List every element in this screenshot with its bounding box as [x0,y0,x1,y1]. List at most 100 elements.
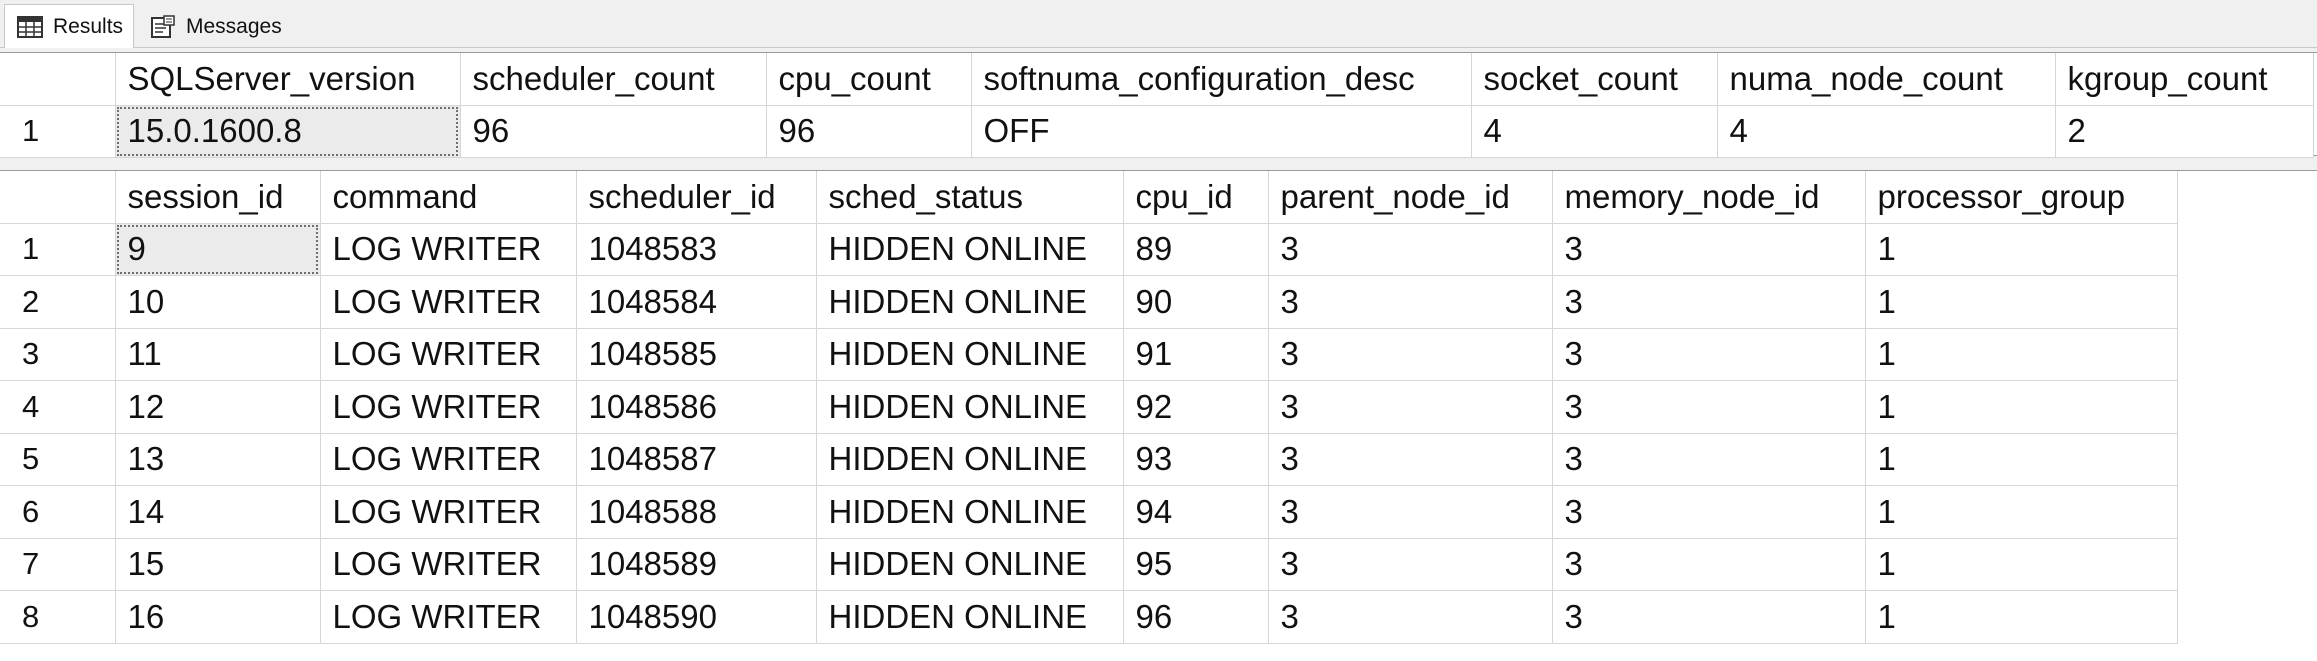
table-cell[interactable]: 4 [1471,105,1718,158]
column-header[interactable]: SQLServer_version [115,53,461,106]
table-cell[interactable]: 1 [1865,590,2178,644]
table-cell[interactable]: 3 [1552,328,1866,381]
table-cell[interactable]: 3 [1268,433,1553,486]
row-number[interactable]: 8 [0,590,116,644]
table-cell[interactable]: LOG WRITER [320,380,577,434]
column-header[interactable]: scheduler_id [576,171,817,224]
column-header[interactable]: scheduler_count [460,53,767,106]
table-cell[interactable]: 91 [1123,328,1269,381]
table-cell[interactable]: 96 [460,105,767,158]
table-cell[interactable]: 1 [1865,328,2178,381]
row-number[interactable]: 3 [0,328,116,381]
table-cell[interactable]: 1048584 [576,275,817,329]
table-cell[interactable]: 12 [115,380,321,434]
table-cell[interactable]: 3 [1268,328,1553,381]
table-cell[interactable]: 1048589 [576,538,817,591]
column-header[interactable]: socket_count [1471,53,1718,106]
table-cell[interactable]: LOG WRITER [320,223,577,276]
table-cell[interactable]: LOG WRITER [320,328,577,381]
column-header[interactable]: session_id [115,171,321,224]
column-header[interactable]: parent_node_id [1268,171,1553,224]
column-header[interactable]: cpu_id [1123,171,1269,224]
table-cell[interactable]: LOG WRITER [320,433,577,486]
table-cell[interactable]: 2 [2055,105,2314,158]
result-grid-log-writers[interactable]: session_id command scheduler_id sched_st… [0,170,2317,661]
table-cell[interactable]: 89 [1123,223,1269,276]
table-cell[interactable]: 94 [1123,485,1269,539]
table-cell[interactable]: 1 [1865,485,2178,539]
row-number[interactable]: 6 [0,485,116,539]
tab-messages[interactable]: Messages [138,6,288,48]
column-header[interactable]: memory_node_id [1552,171,1866,224]
table-cell[interactable]: 1 [1865,380,2178,434]
table-cell[interactable]: 96 [766,105,972,158]
result-grid-server-info[interactable]: SQLServer_version scheduler_count cpu_co… [0,52,2317,158]
table-cell[interactable]: 3 [1552,275,1866,329]
table-cell[interactable]: 93 [1123,433,1269,486]
table-cell[interactable]: 3 [1552,485,1866,539]
table-cell[interactable]: 1 [1865,275,2178,329]
row-number-header[interactable] [0,171,116,224]
tab-results[interactable]: Results [4,4,134,48]
table-cell[interactable]: 3 [1268,590,1553,644]
table-cell[interactable]: 92 [1123,380,1269,434]
table-cell[interactable]: 15 [115,538,321,591]
table-cell[interactable]: 1048583 [576,223,817,276]
table-cell[interactable]: 14 [115,485,321,539]
table-cell[interactable]: 3 [1552,590,1866,644]
table-cell[interactable]: 9 [115,223,321,276]
table-cell[interactable]: HIDDEN ONLINE [816,538,1124,591]
column-header[interactable]: processor_group [1865,171,2178,224]
table-cell[interactable]: LOG WRITER [320,485,577,539]
table-cell[interactable]: 96 [1123,590,1269,644]
table-cell[interactable]: 4 [1717,105,2056,158]
row-number[interactable]: 2 [0,275,116,329]
table-cell[interactable]: 1048587 [576,433,817,486]
table-cell[interactable]: 3 [1268,380,1553,434]
table-cell[interactable]: OFF [971,105,1472,158]
table-cell[interactable]: 3 [1552,223,1866,276]
column-header[interactable]: numa_node_count [1717,53,2056,106]
table-cell[interactable]: LOG WRITER [320,590,577,644]
table-cell[interactable]: LOG WRITER [320,538,577,591]
table-cell[interactable]: 15.0.1600.8 [115,105,461,158]
row-number[interactable]: 7 [0,538,116,591]
table-cell[interactable]: 1 [1865,223,2178,276]
table-cell[interactable]: HIDDEN ONLINE [816,485,1124,539]
table-cell[interactable]: 1 [1865,433,2178,486]
table-cell[interactable]: HIDDEN ONLINE [816,328,1124,381]
table-cell[interactable]: 3 [1268,485,1553,539]
table-cell[interactable]: 3 [1268,538,1553,591]
row-number[interactable]: 1 [0,105,116,158]
table-cell[interactable]: 3 [1268,223,1553,276]
table-cell[interactable]: 3 [1552,538,1866,591]
table-cell[interactable]: LOG WRITER [320,275,577,329]
row-number[interactable]: 1 [0,223,116,276]
row-number[interactable]: 4 [0,380,116,434]
table-cell[interactable]: 90 [1123,275,1269,329]
table-cell[interactable]: HIDDEN ONLINE [816,590,1124,644]
table-cell[interactable]: 1048585 [576,328,817,381]
table-cell[interactable]: 13 [115,433,321,486]
table-cell[interactable]: 3 [1268,275,1553,329]
table-cell[interactable]: 1048588 [576,485,817,539]
column-header[interactable]: command [320,171,577,224]
table-cell[interactable]: 10 [115,275,321,329]
column-header[interactable]: kgroup_count [2055,53,2314,106]
column-header[interactable]: cpu_count [766,53,972,106]
table-cell[interactable]: 95 [1123,538,1269,591]
table-cell[interactable]: HIDDEN ONLINE [816,275,1124,329]
table-cell[interactable]: 1 [1865,538,2178,591]
table-cell[interactable]: 11 [115,328,321,381]
table-cell[interactable]: 1048586 [576,380,817,434]
table-cell[interactable]: 3 [1552,433,1866,486]
table-cell[interactable]: HIDDEN ONLINE [816,223,1124,276]
table-cell[interactable]: HIDDEN ONLINE [816,433,1124,486]
column-header[interactable]: softnuma_configuration_desc [971,53,1472,106]
table-cell[interactable]: 3 [1552,380,1866,434]
column-header[interactable]: sched_status [816,171,1124,224]
table-cell[interactable]: 16 [115,590,321,644]
row-number[interactable]: 5 [0,433,116,486]
table-cell[interactable]: 1048590 [576,590,817,644]
table-cell[interactable]: HIDDEN ONLINE [816,380,1124,434]
